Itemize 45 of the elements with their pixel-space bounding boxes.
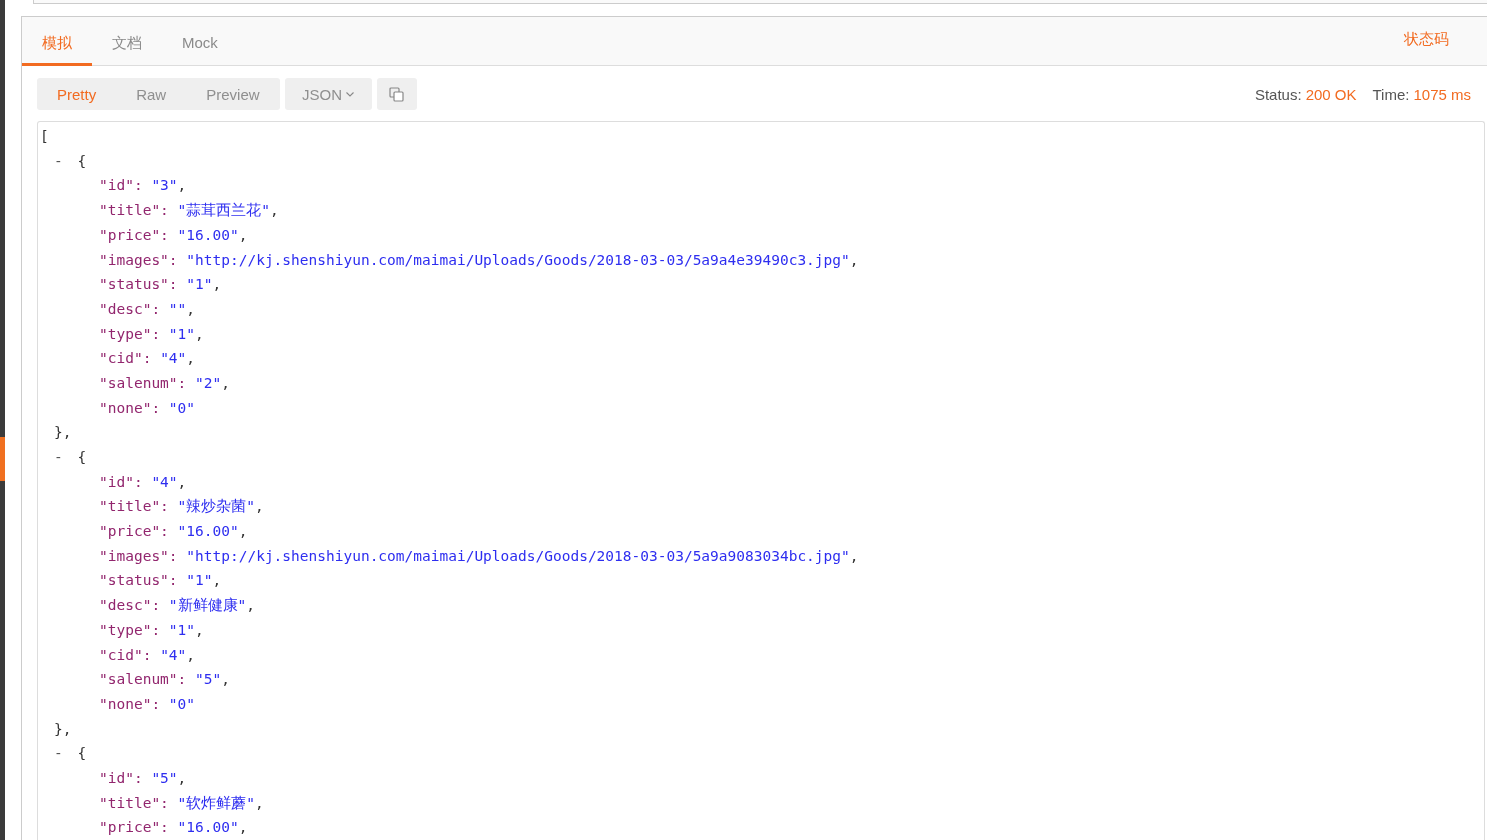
code-line: "title": "蒜茸西兰花", — [99, 201, 279, 221]
copy-button[interactable] — [376, 78, 417, 111]
code-line: "images": "http://kj.shenshiyun.com/maimai/Uploads/Goods/2018-03-03/5a9a9083034bc.jpg", — [99, 546, 859, 566]
bracket-line: }, — [54, 423, 72, 443]
code-line: "price": "16.00", — [99, 225, 248, 245]
tab[interactable]: 文档 — [92, 34, 162, 67]
status-label: Status: — [1254, 85, 1302, 103]
code-line: "price": "16.00", — [99, 522, 248, 542]
sidebar-marker — [0, 437, 5, 481]
code-line: "none": "0" — [99, 694, 196, 714]
code-line: "id": "4", — [99, 472, 187, 492]
code-line: "title": "软炸鲜蘑", — [99, 793, 264, 813]
code-line: "type": "1", — [99, 620, 204, 640]
code-line: "id": "5", — [99, 768, 187, 788]
code-line: "price": "16.00", — [99, 818, 248, 838]
object-toggle-line[interactable]: - { — [54, 148, 87, 174]
bracket-line: }, — [54, 719, 72, 739]
code-line: "salenum": "2", — [99, 373, 230, 393]
status-value: 200 OK — [1305, 85, 1357, 103]
code-line: "title": "辣炒杂菌", — [99, 497, 264, 517]
format-dropdown[interactable]: JSON — [284, 78, 372, 111]
time-value: 1075 ms — [1413, 85, 1471, 103]
code-line: "desc": "新鲜健康", — [99, 596, 256, 616]
view-tab[interactable]: Pretty — [37, 78, 117, 111]
bracket-line: [ — [40, 127, 49, 147]
caret-icon — [346, 91, 355, 97]
code-line: "status": "1", — [99, 571, 222, 591]
tab[interactable]: 模拟 — [22, 34, 92, 67]
view-tab[interactable]: Raw — [116, 78, 187, 111]
code-line: "status": "1", — [99, 275, 222, 295]
object-toggle-line[interactable]: - { — [54, 445, 87, 470]
code-line: "cid": "4", — [99, 645, 196, 665]
code-line: "images": "http://kj.shenshiyun.com/maimai/Uploads/Goods/2018-03-03/5a9a4e39490c3.jpg", — [99, 250, 859, 270]
time-label: Time: — [1372, 85, 1410, 103]
tab[interactable]: Mock — [162, 34, 238, 67]
code-line: "type": "1", — [99, 324, 204, 344]
view-tab[interactable]: Preview — [186, 78, 280, 111]
status-codes-link[interactable]: 状态码 — [1404, 30, 1449, 50]
code-line: "desc": "", — [99, 299, 196, 319]
code-line: "none": "0" — [99, 398, 196, 418]
code-line: "cid": "4", — [99, 349, 196, 369]
copy-icon — [389, 86, 405, 102]
code-line: "salenum": "5", — [99, 670, 230, 690]
object-toggle-line[interactable]: - { — [54, 741, 87, 766]
code-line: "id": "3", — [99, 176, 187, 196]
